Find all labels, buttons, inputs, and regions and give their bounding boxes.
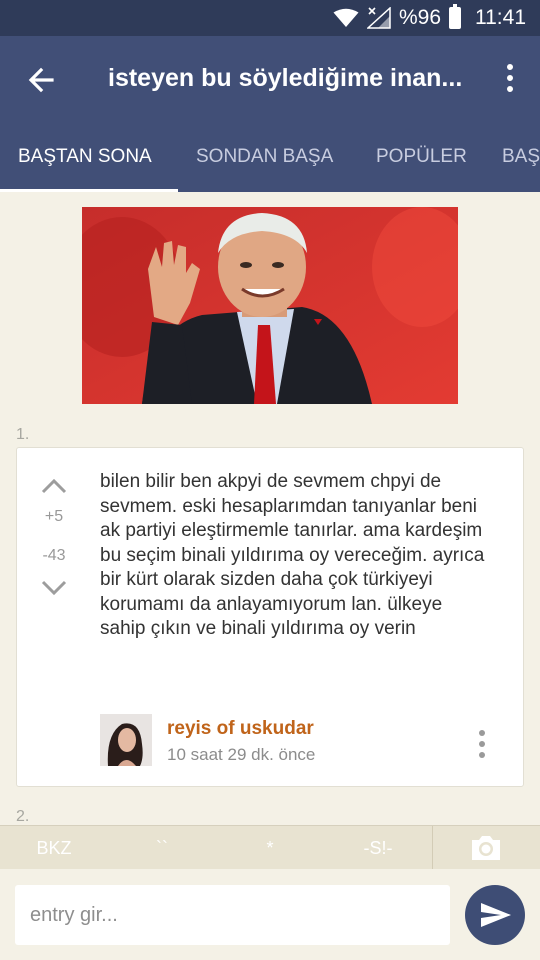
battery-icon — [449, 4, 461, 29]
clock: 11:41 — [475, 6, 526, 29]
overflow-menu-icon[interactable] — [502, 62, 518, 98]
author-avatar[interactable] — [100, 714, 152, 766]
entry-timestamp: 10 saat 29 dk. önce — [167, 745, 316, 764]
tab-bastan-sona[interactable]: BAŞTAN SONA — [18, 122, 152, 192]
app-bar: isteyen bu söylediğime inan... — [0, 36, 540, 122]
bkz-button[interactable]: BKZ — [20, 826, 88, 870]
send-icon — [481, 903, 511, 927]
status-icons: %96 11:41 — [333, 0, 526, 36]
entry-card: +5 -43 bilen bilir ben akpyi de sevmem c… — [16, 447, 524, 787]
downvote-chevron-icon[interactable] — [41, 580, 67, 596]
status-bar: %96 11:41 — [0, 0, 540, 36]
entry-text: bilen bilir ben akpyi de sevmem chpyi de… — [100, 471, 485, 639]
tab-populer[interactable]: POPÜLER — [376, 122, 467, 192]
toolbar-divider — [432, 826, 433, 870]
send-button[interactable] — [465, 885, 525, 945]
camera-icon[interactable] — [470, 834, 502, 862]
spoiler-button[interactable]: -S!- — [346, 826, 410, 870]
tab-sondan-basa[interactable]: SONDAN BAŞA — [196, 122, 333, 192]
topic-image — [82, 207, 458, 404]
back-arrow-icon[interactable] — [22, 60, 62, 100]
format-toolbar: BKZ `` * -S!- — [0, 825, 540, 870]
upvote-count: +5 — [44, 508, 64, 525]
tab-bas[interactable]: BAŞ — [502, 122, 540, 192]
tab-indicator — [0, 189, 178, 192]
entry-input[interactable] — [15, 885, 450, 945]
battery-percent: %96 — [398, 6, 441, 29]
signal-icon — [366, 7, 391, 29]
sort-tabs: BAŞTAN SONA SONDAN BAŞA POPÜLER BAŞ — [0, 122, 540, 192]
entry-index: 2. — [16, 808, 30, 825]
backtick-button[interactable]: `` — [130, 826, 194, 870]
topic-title: isteyen bu söylediğime inan... — [108, 64, 463, 92]
entry-compose-bar — [0, 869, 540, 960]
entry-index: 1. — [16, 426, 30, 443]
politician-photo — [82, 207, 458, 404]
entry-more-icon[interactable] — [477, 730, 487, 760]
author-name-link[interactable]: reyis of uskudar — [167, 718, 314, 740]
wifi-icon — [333, 8, 359, 27]
downvote-count: -43 — [42, 547, 66, 564]
star-button[interactable]: * — [240, 826, 300, 870]
upvote-chevron-icon[interactable] — [41, 478, 67, 494]
